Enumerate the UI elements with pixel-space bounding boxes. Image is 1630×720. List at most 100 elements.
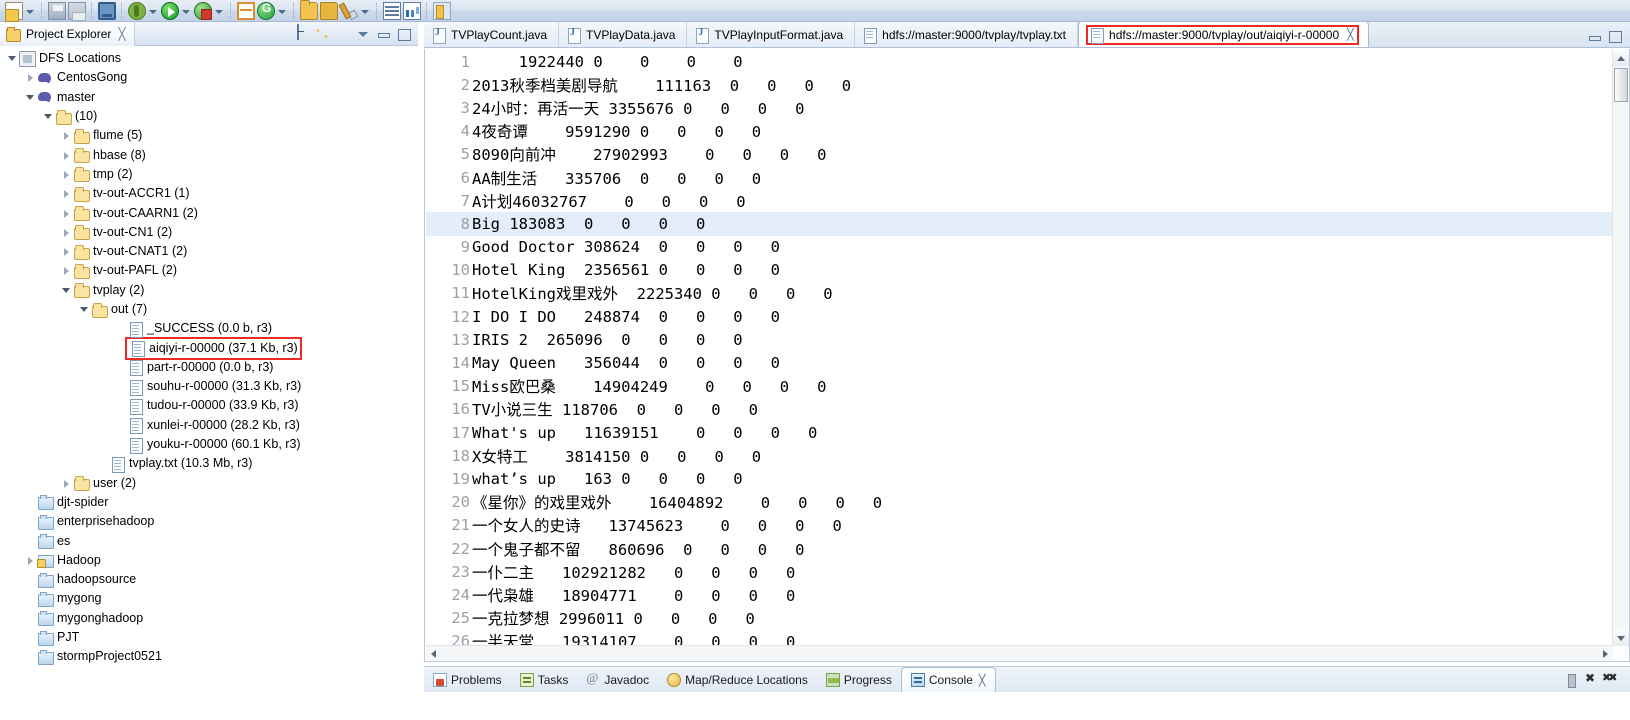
code-line[interactable]: 25 一克拉梦想 2996011 0 0 0 0 bbox=[426, 607, 1613, 630]
minimize-editor-button[interactable] bbox=[1587, 28, 1603, 44]
remove-all-terminated-button[interactable] bbox=[1602, 671, 1620, 687]
new-wizard-dropdown[interactable] bbox=[24, 2, 35, 20]
code-line[interactable]: 15 Miss欧巴桑 14904249 0 0 0 0 bbox=[426, 375, 1613, 398]
tree-item[interactable]: master bbox=[0, 88, 418, 107]
tree-item-content[interactable]: youku-r-00000 (60.1 Kb, r3) bbox=[127, 435, 301, 454]
tree-item-content[interactable]: mygonghadoop bbox=[37, 609, 143, 628]
scroll-right-arrow-icon[interactable] bbox=[1598, 646, 1613, 660]
expand-arrow-icon[interactable] bbox=[24, 88, 37, 107]
toolbar-outline-button[interactable] bbox=[382, 1, 402, 21]
toolbar-new-package-button[interactable] bbox=[236, 1, 256, 21]
toolbar-git-button[interactable] bbox=[256, 1, 276, 21]
tree-item[interactable]: youku-r-00000 (60.1 Kb, r3) bbox=[0, 435, 418, 454]
tree-item[interactable]: souhu-r-00000 (31.3 Kb, r3) bbox=[0, 377, 418, 396]
code-line[interactable]: 12 I DO I DO 248874 0 0 0 0 bbox=[426, 305, 1613, 328]
bottom-tab[interactable]: Problems bbox=[424, 667, 511, 692]
tree-item[interactable]: tvplay.txt (10.3 Mb, r3) bbox=[0, 454, 418, 473]
toolbar-external-tools-button[interactable] bbox=[193, 1, 213, 21]
code-line[interactable]: 11 HotelKing戏里戏外 2225340 0 0 0 0 bbox=[426, 282, 1613, 305]
tree-item-content[interactable]: hadoopsource bbox=[37, 570, 136, 589]
tree-item[interactable]: tv-out-CAARN1 (2) bbox=[0, 203, 418, 222]
debug-dropdown[interactable] bbox=[147, 2, 158, 20]
collapse-arrow-icon[interactable] bbox=[60, 146, 73, 165]
tree-item[interactable]: DFS Locations bbox=[0, 49, 418, 68]
toolbar-open-task-button[interactable] bbox=[319, 1, 339, 21]
tree-item[interactable]: stormpProject0521 bbox=[0, 647, 418, 666]
external-tools-dropdown[interactable] bbox=[213, 2, 224, 20]
tree-item[interactable]: part-r-00000 (0.0 b, r3) bbox=[0, 358, 418, 377]
collapse-arrow-icon[interactable] bbox=[60, 474, 73, 493]
scroll-down-arrow-icon[interactable] bbox=[1613, 630, 1629, 646]
bottom-tab[interactable]: Map/Reduce Locations bbox=[658, 667, 817, 692]
tree-item[interactable]: djt-spider bbox=[0, 493, 418, 512]
code-line[interactable]: 7 A计划46032767 0 0 0 0 bbox=[426, 189, 1613, 212]
tab-project-explorer[interactable]: Project Explorer ╳ bbox=[0, 21, 135, 46]
tree-item-content[interactable]: tmp (2) bbox=[73, 165, 133, 184]
tree-item-highlighted[interactable]: aiqiyi-r-00000 (37.1 Kb, r3) bbox=[125, 336, 302, 360]
tree-item-content[interactable]: _SUCCESS (0.0 b, r3) bbox=[127, 319, 272, 338]
expand-arrow-icon[interactable] bbox=[42, 107, 55, 126]
project-tree[interactable]: DFS Locations CentosGong master (10) flume (… bbox=[0, 47, 418, 720]
tree-item-content[interactable]: master bbox=[37, 88, 95, 107]
close-icon[interactable]: ╳ bbox=[979, 674, 986, 687]
toolbar-save-button[interactable] bbox=[47, 1, 67, 21]
tree-item-content[interactable]: tv-out-CN1 (2) bbox=[73, 223, 172, 242]
collapse-arrow-icon[interactable] bbox=[60, 204, 73, 223]
view-filters-button[interactable] bbox=[334, 25, 352, 43]
code-line[interactable]: 6 AA制生活 335706 0 0 0 0 bbox=[426, 166, 1613, 189]
tree-item-content[interactable]: tudou-r-00000 (33.9 Kb, r3) bbox=[127, 396, 298, 415]
tree-item-content[interactable]: stormpProject0521 bbox=[37, 647, 162, 666]
tree-item-content[interactable]: DFS Locations bbox=[19, 49, 121, 68]
tree-item[interactable]: tv-out-CN1 (2) bbox=[0, 223, 418, 242]
git-dropdown[interactable] bbox=[276, 2, 287, 20]
toolbar-chart-button[interactable] bbox=[402, 1, 422, 21]
tree-item[interactable]: es bbox=[0, 531, 418, 550]
code-line[interactable]: 5 8090向前冲 27902993 0 0 0 0 bbox=[426, 143, 1613, 166]
tree-item[interactable]: tudou-r-00000 (33.9 Kb, r3) bbox=[0, 396, 418, 415]
collapse-arrow-icon[interactable] bbox=[60, 184, 73, 203]
skip-dropdown[interactable] bbox=[359, 2, 370, 20]
toolbar-debug-button[interactable] bbox=[127, 1, 147, 21]
tree-item[interactable]: Hadoop bbox=[0, 551, 418, 570]
tree-item[interactable]: mygong bbox=[0, 589, 418, 608]
code-line[interactable]: 9 Good Doctor 308624 0 0 0 0 bbox=[426, 236, 1613, 259]
bottom-tab[interactable]: Progress bbox=[817, 667, 901, 692]
code-line[interactable]: 10 Hotel King 2356561 0 0 0 0 bbox=[426, 259, 1613, 282]
collapse-arrow-icon[interactable] bbox=[60, 242, 73, 261]
scroll-lock-button[interactable] bbox=[1564, 673, 1578, 688]
code-line[interactable]: 24 一代枭雄 18904771 0 0 0 0 bbox=[426, 583, 1613, 606]
code-line[interactable]: 21 一个女人的史诗 13745623 0 0 0 0 bbox=[426, 514, 1613, 537]
tree-item-content[interactable]: tvplay.txt (10.3 Mb, r3) bbox=[109, 454, 252, 473]
scroll-up-arrow-icon[interactable] bbox=[1613, 50, 1629, 66]
collapse-arrow-icon[interactable] bbox=[60, 165, 73, 184]
tree-item[interactable]: (10) bbox=[0, 107, 418, 126]
expand-arrow-icon[interactable] bbox=[60, 281, 73, 300]
editor-horizontal-scrollbar[interactable] bbox=[426, 645, 1613, 660]
tree-item-content[interactable]: mygong bbox=[37, 589, 101, 608]
bottom-tab[interactable]: Console ╳ bbox=[900, 667, 996, 692]
editor-tab[interactable]: TVPlayInputFormat.java bbox=[687, 22, 856, 47]
code-line[interactable]: 1 1922440 0 0 0 0 bbox=[426, 50, 1613, 73]
tree-item-content[interactable]: hbase (8) bbox=[73, 146, 146, 165]
close-icon[interactable]: ╳ bbox=[1347, 28, 1354, 41]
tree-item[interactable]: PJT bbox=[0, 628, 418, 647]
bottom-tab[interactable]: Tasks bbox=[511, 667, 578, 692]
code-line[interactable]: 18 X女特工 3814150 0 0 0 0 bbox=[426, 444, 1613, 467]
tree-item-content[interactable]: tv-out-ACCR1 (1) bbox=[73, 184, 190, 203]
code-line[interactable]: 14 May Queen 356044 0 0 0 0 bbox=[426, 351, 1613, 374]
link-with-editor-button[interactable] bbox=[314, 25, 332, 43]
toolbar-save-all-button[interactable] bbox=[67, 1, 87, 21]
expand-arrow-icon[interactable] bbox=[6, 49, 19, 68]
vertical-scroll-thumb[interactable] bbox=[1614, 68, 1628, 102]
tree-item[interactable]: out (7) bbox=[0, 300, 418, 319]
editor-tab[interactable]: TVPlayCount.java bbox=[424, 22, 560, 47]
tree-item[interactable]: hbase (8) bbox=[0, 145, 418, 164]
toolbar-new-wizard-button[interactable] bbox=[4, 1, 24, 22]
tree-item[interactable]: aiqiyi-r-00000 (37.1 Kb, r3) bbox=[0, 336, 418, 360]
code-line[interactable]: 16 TV小说三生 118706 0 0 0 0 bbox=[426, 398, 1613, 421]
editor-tab[interactable]: hdfs://master:9000/tvplay/tvplay.txt bbox=[855, 22, 1079, 47]
code-line[interactable]: 2 2013秋季档美剧导航 111163 0 0 0 0 bbox=[426, 73, 1613, 96]
tree-item-content[interactable]: flume (5) bbox=[73, 126, 142, 145]
tree-item[interactable]: user (2) bbox=[0, 474, 418, 493]
tree-item[interactable]: _SUCCESS (0.0 b, r3) bbox=[0, 319, 418, 338]
